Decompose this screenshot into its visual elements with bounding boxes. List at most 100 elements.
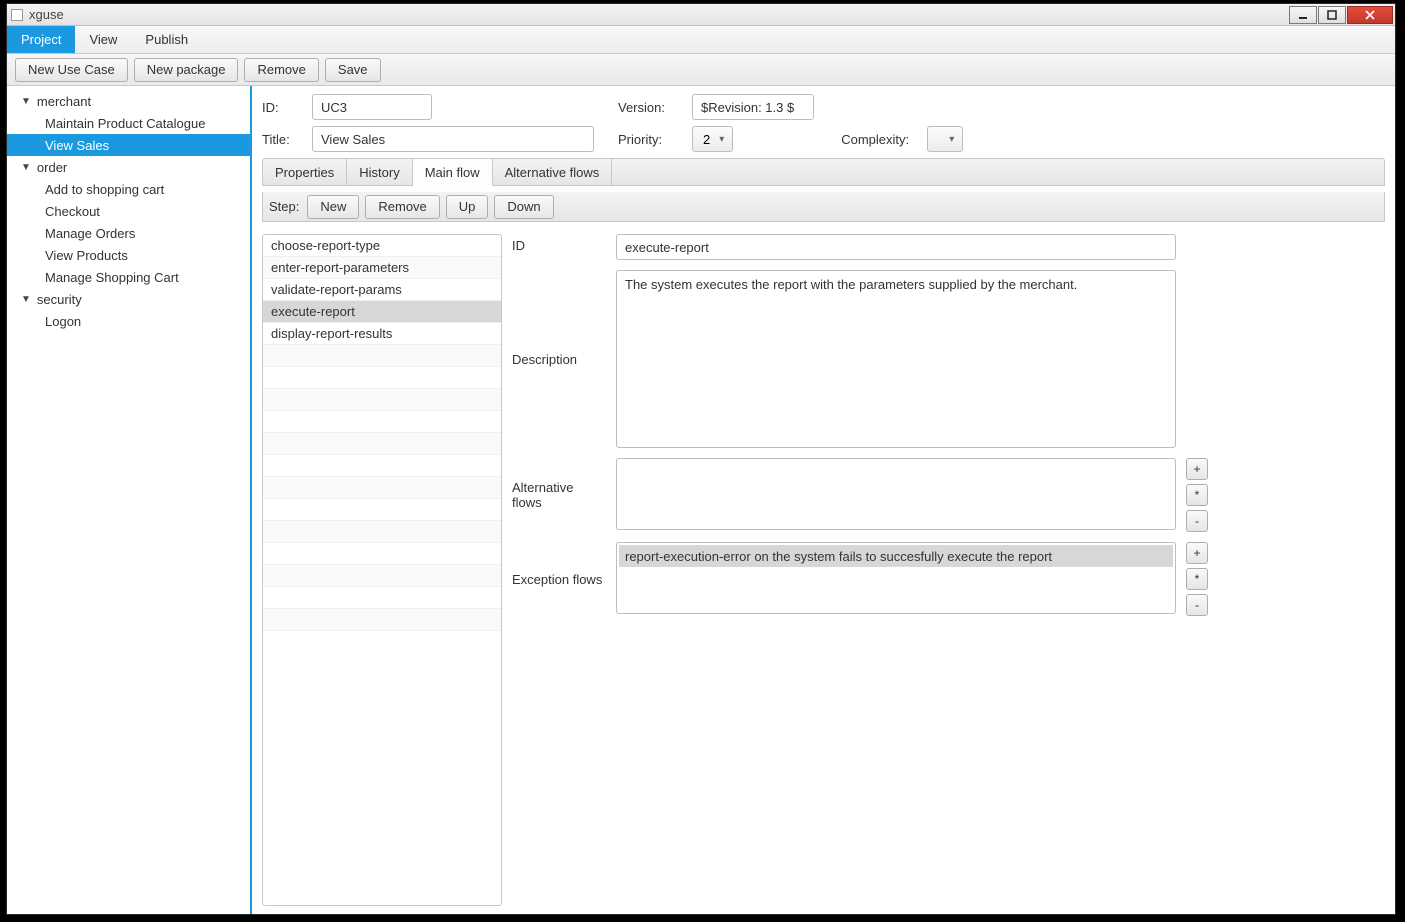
step-empty <box>263 609 501 631</box>
alt-remove-button[interactable]: - <box>1186 510 1208 532</box>
complexity-select[interactable]: ▾ <box>927 126 963 152</box>
tab-alternative-flows[interactable]: Alternative flows <box>493 159 613 185</box>
alternative-flows-list[interactable] <box>616 458 1176 530</box>
tree-group-merchant[interactable]: ▼ merchant <box>7 90 250 112</box>
tabs: Properties History Main flow Alternative… <box>262 158 1385 186</box>
chevron-down-icon: ▾ <box>949 134 954 145</box>
chevron-down-icon: ▾ <box>719 134 724 145</box>
tree-group-label: security <box>37 292 82 307</box>
body: ▼merchantMaintain Product CatalogueView … <box>7 86 1395 914</box>
step-empty <box>263 345 501 367</box>
detail-desc-label: Description <box>512 352 606 367</box>
content: choose-report-typeenter-report-parameter… <box>262 228 1385 906</box>
step-label: Step: <box>269 199 299 214</box>
menu-project[interactable]: Project <box>7 26 75 53</box>
exc-edit-button[interactable]: * <box>1186 568 1208 590</box>
app-window: xguse Project View Publish New Use Case … <box>6 3 1396 915</box>
step-toolbar: Step: New Remove Up Down <box>262 192 1385 222</box>
detail-alt-row: Alternative flows + * - <box>512 458 1385 532</box>
caret-down-icon: ▼ <box>21 162 31 173</box>
detail-id-input[interactable] <box>616 234 1176 260</box>
menu-view[interactable]: View <box>75 26 131 53</box>
step-item[interactable]: validate-report-params <box>263 279 501 301</box>
tree-item[interactable]: Logon <box>7 310 250 332</box>
titlebar[interactable]: xguse <box>7 4 1395 26</box>
detail-exc-label: Exception flows <box>512 572 606 587</box>
steps-list[interactable]: choose-report-typeenter-report-parameter… <box>262 234 502 906</box>
tree-item[interactable]: Add to shopping cart <box>7 178 250 200</box>
maximize-button[interactable] <box>1318 6 1346 24</box>
tab-history[interactable]: History <box>347 159 412 185</box>
main-panel: ID: Version: Title: Priority: 2▾ Complex… <box>252 86 1395 914</box>
tree-item[interactable]: View Sales <box>7 134 250 156</box>
priority-label: Priority: <box>618 132 684 147</box>
tree-group-order[interactable]: ▼ order <box>7 156 250 178</box>
menu-publish[interactable]: Publish <box>131 26 202 53</box>
tab-properties[interactable]: Properties <box>263 159 347 185</box>
step-empty <box>263 521 501 543</box>
priority-select[interactable]: 2▾ <box>692 126 733 152</box>
tree-group-label: order <box>37 160 67 175</box>
close-button[interactable] <box>1347 6 1393 24</box>
exception-flows-list[interactable]: report-execution-error on the system fai… <box>616 542 1176 614</box>
step-empty <box>263 565 501 587</box>
tree-item[interactable]: Maintain Product Catalogue <box>7 112 250 134</box>
detail-alt-label: Alternative flows <box>512 480 606 510</box>
detail-id-row: ID <box>512 234 1385 260</box>
exc-add-button[interactable]: + <box>1186 542 1208 564</box>
id-label: ID: <box>262 100 304 115</box>
step-down-button[interactable]: Down <box>494 195 553 219</box>
priority-value: 2 <box>703 132 710 147</box>
step-empty <box>263 389 501 411</box>
step-empty <box>263 587 501 609</box>
alt-edit-button[interactable]: * <box>1186 484 1208 506</box>
toolbar: New Use Case New package Remove Save <box>7 54 1395 86</box>
new-package-button[interactable]: New package <box>134 58 239 82</box>
alt-add-button[interactable]: + <box>1186 458 1208 480</box>
detail-exc-row: Exception flows report-execution-error o… <box>512 542 1385 616</box>
tree-item[interactable]: Manage Shopping Cart <box>7 266 250 288</box>
caret-down-icon: ▼ <box>21 294 31 305</box>
sidebar-tree[interactable]: ▼merchantMaintain Product CatalogueView … <box>7 86 252 914</box>
step-up-button[interactable]: Up <box>446 195 489 219</box>
new-use-case-button[interactable]: New Use Case <box>15 58 128 82</box>
tree-item[interactable]: View Products <box>7 244 250 266</box>
tree-item[interactable]: Checkout <box>7 200 250 222</box>
alt-flows-buttons: + * - <box>1186 458 1208 532</box>
exc-remove-button[interactable]: - <box>1186 594 1208 616</box>
id-input[interactable] <box>312 94 432 120</box>
step-item[interactable]: choose-report-type <box>263 235 501 257</box>
menubar: Project View Publish <box>7 26 1395 54</box>
window-title: xguse <box>29 7 64 22</box>
step-empty <box>263 477 501 499</box>
step-empty <box>263 411 501 433</box>
version-input[interactable] <box>692 94 814 120</box>
exception-row[interactable]: report-execution-error on the system fai… <box>619 545 1173 567</box>
title-input[interactable] <box>312 126 594 152</box>
step-empty <box>263 499 501 521</box>
tree-group-label: merchant <box>37 94 91 109</box>
tab-main-flow[interactable]: Main flow <box>413 159 493 186</box>
step-empty <box>263 433 501 455</box>
exc-flows-buttons: + * - <box>1186 542 1208 616</box>
step-item[interactable]: enter-report-parameters <box>263 257 501 279</box>
detail-desc-row: Description <box>512 270 1385 448</box>
step-empty <box>263 543 501 565</box>
step-new-button[interactable]: New <box>307 195 359 219</box>
step-remove-button[interactable]: Remove <box>365 195 439 219</box>
tree-group-security[interactable]: ▼ security <box>7 288 250 310</box>
minimize-button[interactable] <box>1289 6 1317 24</box>
step-item[interactable]: display-report-results <box>263 323 501 345</box>
tree-item[interactable]: Manage Orders <box>7 222 250 244</box>
step-item[interactable]: execute-report <box>263 301 501 323</box>
remove-button[interactable]: Remove <box>244 58 318 82</box>
step-empty <box>263 367 501 389</box>
detail-desc-textarea[interactable] <box>616 270 1176 448</box>
caret-down-icon: ▼ <box>21 96 31 107</box>
form-row-2: Title: Priority: 2▾ Complexity: ▾ <box>262 126 1385 152</box>
step-empty <box>263 455 501 477</box>
app-icon <box>11 9 23 21</box>
title-label: Title: <box>262 132 304 147</box>
complexity-label: Complexity: <box>841 132 919 147</box>
save-button[interactable]: Save <box>325 58 381 82</box>
